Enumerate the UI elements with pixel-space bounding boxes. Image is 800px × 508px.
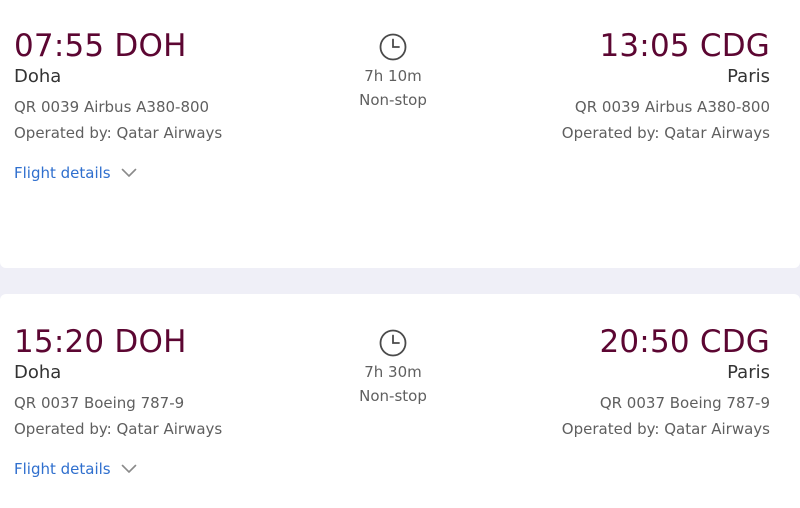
arrival-city: Paris — [727, 66, 770, 87]
flight-details-label: Flight details — [14, 460, 111, 478]
flight-duration: 7h 10m — [364, 67, 422, 85]
flight-duration-block: 7h 10m Non-stop — [343, 32, 443, 113]
arrival-time: 13:05 — [599, 28, 690, 64]
departure-flight-info: QR 0037 Boeing 787-9 — [14, 394, 185, 412]
departure-time-code: 07:55 DOH — [14, 28, 222, 64]
flight-duration: 7h 30m — [364, 363, 422, 381]
arrival-time: 20:50 — [599, 324, 690, 360]
departure-code: DOH — [114, 28, 187, 64]
arrival-block: 20:50 CDG Paris QR 0037 Boeing 787-9 Ope… — [562, 324, 770, 442]
departure-city: Doha — [14, 66, 62, 87]
clock-icon — [379, 33, 407, 61]
departure-time-code: 15:20 DOH — [14, 324, 222, 360]
arrival-city: Paris — [727, 362, 770, 383]
flight-card: 07:55 DOH Doha QR 0039 Airbus A380-800 O… — [0, 0, 800, 268]
arrival-operator: Operated by: Qatar Airways — [561, 124, 770, 142]
arrival-flight-info: QR 0039 Airbus A380-800 — [574, 98, 770, 116]
arrival-block: 13:05 CDG Paris QR 0039 Airbus A380-800 … — [562, 28, 770, 146]
stops-label: Non-stop — [359, 91, 427, 109]
flight-duration-block: 7h 30m Non-stop — [343, 328, 443, 409]
flight-details-label: Flight details — [14, 164, 111, 182]
stops-label: Non-stop — [359, 387, 427, 405]
departure-block: 15:20 DOH Doha QR 0037 Boeing 787-9 Oper… — [14, 324, 222, 442]
departure-block: 07:55 DOH Doha QR 0039 Airbus A380-800 O… — [14, 28, 222, 146]
chevron-down-icon — [121, 464, 136, 473]
departure-city: Doha — [14, 362, 62, 383]
departure-time: 15:20 — [14, 324, 105, 360]
clock-icon — [379, 329, 407, 357]
departure-operator: Operated by: Qatar Airways — [14, 124, 223, 142]
arrival-flight-info: QR 0037 Boeing 787-9 — [599, 394, 770, 412]
arrival-time-code: 20:50 CDG — [562, 324, 770, 360]
arrival-operator: Operated by: Qatar Airways — [561, 420, 770, 438]
departure-time: 07:55 — [14, 28, 105, 64]
departure-code: DOH — [114, 324, 187, 360]
arrival-code: CDG — [699, 28, 770, 64]
departure-flight-info: QR 0039 Airbus A380-800 — [14, 98, 210, 116]
chevron-down-icon — [121, 168, 136, 177]
arrival-code: CDG — [699, 324, 770, 360]
flight-details-toggle[interactable]: Flight details — [14, 164, 137, 182]
arrival-time-code: 13:05 CDG — [562, 28, 770, 64]
flight-details-toggle[interactable]: Flight details — [14, 460, 137, 478]
departure-operator: Operated by: Qatar Airways — [14, 420, 223, 438]
flight-card: 15:20 DOH Doha QR 0037 Boeing 787-9 Oper… — [0, 294, 800, 508]
